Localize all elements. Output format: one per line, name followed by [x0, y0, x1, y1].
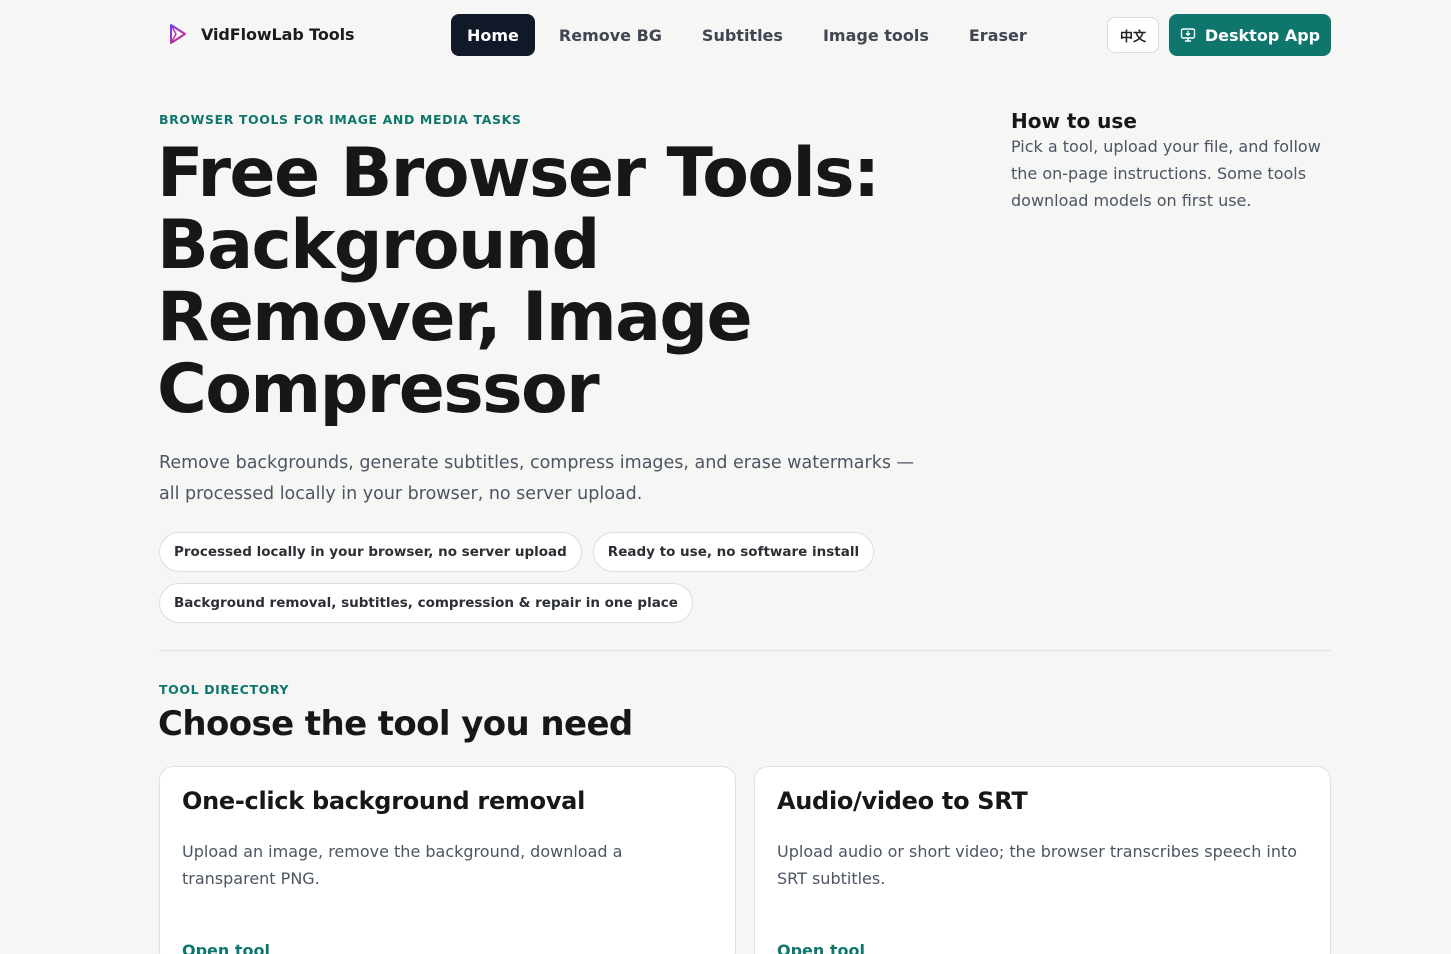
nav-remove-bg[interactable]: Remove BG [543, 14, 678, 56]
card-description: Upload an image, remove the background, … [182, 842, 623, 888]
tool-card-audio-to-srt[interactable]: Audio/video to SRT Upload audio or short… [754, 766, 1331, 954]
nav-image-tools[interactable]: Image tools [807, 14, 945, 56]
card-title: Audio/video to SRT [777, 787, 1028, 815]
site-header: VidFlowLab Tools Home Remove BG Subtitle… [0, 0, 1451, 70]
feature-pill: Background removal, subtitles, compressi… [159, 583, 693, 623]
brand-name: VidFlowLab Tools [201, 24, 355, 44]
how-to-title: How to use [1011, 109, 1137, 133]
desktop-app-button[interactable]: Desktop App [1169, 14, 1331, 56]
directory-title: Choose the tool you need [158, 704, 633, 744]
brand-link[interactable]: VidFlowLab Tools [165, 22, 355, 46]
feature-pills: Processed locally in your browser, no se… [159, 532, 879, 623]
card-title: One-click background removal [182, 787, 585, 815]
nav-home[interactable]: Home [451, 14, 535, 56]
main-nav: Home Remove BG Subtitles Image tools Era… [451, 14, 1051, 56]
hero-description: Remove backgrounds, generate subtitles, … [159, 453, 915, 504]
card-description: Upload audio or short video; the browser… [777, 842, 1298, 888]
section-divider [159, 650, 1331, 651]
open-tool-link[interactable]: Open tool [182, 941, 270, 954]
nav-subtitles[interactable]: Subtitles [686, 14, 799, 56]
desktop-app-label: Desktop App [1204, 25, 1321, 45]
nav-eraser[interactable]: Eraser [953, 14, 1043, 56]
hero-title: Free Browser Tools: Background Remover, … [157, 134, 880, 429]
language-toggle-button[interactable]: 中文 [1107, 17, 1159, 53]
tool-card-background-removal[interactable]: One-click background removal Upload an i… [159, 766, 736, 954]
brand-logo-icon [170, 24, 186, 44]
how-to-text: Pick a tool, upload your file, and follo… [1011, 137, 1321, 210]
page: VidFlowLab Tools Home Remove BG Subtitle… [0, 0, 1451, 954]
hero-eyebrow: BROWSER TOOLS FOR IMAGE AND MEDIA TASKS [159, 112, 522, 127]
directory-eyebrow: TOOL DIRECTORY [159, 682, 290, 697]
open-tool-link[interactable]: Open tool [777, 941, 865, 954]
feature-pill: Ready to use, no software install [592, 532, 875, 572]
feature-pill: Processed locally in your browser, no se… [159, 532, 582, 572]
monitor-download-icon [1180, 28, 1196, 42]
